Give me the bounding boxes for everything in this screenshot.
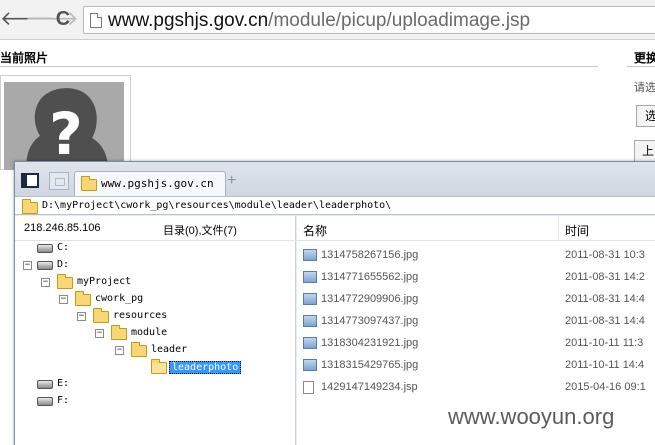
select-hint: 请选	[634, 82, 655, 94]
new-tab-icon[interactable]: +	[227, 172, 236, 190]
file-row[interactable]: 1429147149234.jsp 2015-04-16 09:1	[297, 378, 655, 398]
window-icon[interactable]	[49, 172, 69, 190]
select-file-button[interactable]: 选	[636, 105, 655, 127]
tab-bar: www.pgshjs.gov.cn +	[15, 162, 655, 196]
collapse-icon[interactable]: −	[77, 312, 86, 321]
tree-header: 218.246.85.106 目录(0),文件(7)	[15, 216, 296, 241]
collapse-icon[interactable]: −	[115, 346, 124, 355]
drive-icon	[37, 261, 53, 270]
dir-file-count: 目录(0),文件(7)	[163, 225, 237, 237]
address-bar[interactable]: www.pgshjs.gov.cn/module/picup/uploadima…	[83, 6, 655, 34]
image-file-icon	[303, 337, 317, 349]
file-time: 2011-08-31 10:3	[565, 249, 645, 261]
folder-icon	[81, 176, 97, 191]
tree-item-label: leader	[151, 344, 188, 355]
host-ip: 218.246.85.106	[24, 222, 101, 234]
image-file-icon	[303, 359, 317, 371]
file-name: 1318304231921.jpg	[321, 337, 419, 349]
document-file-icon	[303, 381, 314, 394]
collapse-icon[interactable]: −	[23, 261, 32, 270]
file-name: 1314758267156.jpg	[321, 249, 419, 261]
back-arrow-icon[interactable]: 🡐	[0, 8, 54, 30]
image-file-icon	[303, 271, 317, 283]
tree-item-label: D:	[57, 259, 70, 270]
column-header-name[interactable]: 名称	[297, 216, 559, 241]
file-time: 2011-10-11 14:4	[565, 359, 645, 371]
file-name: 1314772909906.jpg	[321, 293, 419, 305]
file-time: 2011-08-31 14:4	[565, 315, 645, 327]
tab-label: www.pgshjs.gov.cn	[101, 177, 214, 190]
current-path: D:\myProject\cwork_pg\resources\module\l…	[42, 200, 392, 211]
collapse-icon[interactable]: −	[41, 278, 50, 287]
file-row[interactable]: 1314773097437.jpg 2011-08-31 14:4	[297, 312, 655, 332]
file-row[interactable]: 1314772909906.jpg 2011-08-31 14:4	[297, 290, 655, 310]
folder-icon	[22, 199, 38, 214]
tree-item-label: E:	[57, 378, 70, 389]
browser-toolbar: 🡐 🡒 C www.pgshjs.gov.cn/module/picup/upl…	[0, 0, 655, 40]
url-path: /module/picup/uploadimage.jsp	[268, 10, 531, 31]
file-name: 1314771655562.jpg	[321, 271, 419, 283]
placeholder-avatar-icon: ?	[4, 82, 124, 170]
svg-text:?: ?	[49, 100, 83, 168]
file-time: 2011-10-11 11:3	[565, 337, 644, 349]
path-bar[interactable]: D:\myProject\cwork_pg\resources\module\l…	[15, 196, 655, 215]
reload-icon[interactable]: C	[52, 8, 74, 30]
tree-item-label: leaderphoto	[169, 361, 242, 374]
folder-icon	[111, 325, 127, 340]
file-row[interactable]: 1318315429765.jpg 2011-10-11 14:4	[297, 356, 655, 376]
tree-item-label: F:	[57, 395, 70, 406]
file-name: 1314773097437.jpg	[321, 315, 419, 327]
file-time: 2011-08-31 14:2	[565, 271, 645, 283]
file-time: 2015-04-16 09:1	[565, 381, 646, 393]
open-folder-icon	[151, 359, 167, 374]
panel-toggle-icon[interactable]	[21, 173, 39, 188]
current-photo-title: 当前照片	[0, 51, 49, 65]
upload-button[interactable]: 上	[634, 140, 655, 162]
file-row[interactable]: 1314758267156.jpg 2011-08-31 10:3	[297, 246, 655, 266]
directory-tree-pane: 218.246.85.106 目录(0),文件(7) C: − D: − myP…	[15, 216, 296, 445]
folder-icon	[57, 274, 73, 289]
column-header-time[interactable]: 时间	[559, 216, 655, 241]
section-divider	[0, 66, 598, 67]
collapse-icon[interactable]: −	[95, 329, 104, 338]
forward-arrow-icon[interactable]: 🡒	[25, 8, 79, 30]
file-time: 2011-08-31 14:4	[565, 293, 645, 305]
page-icon	[90, 13, 102, 28]
watermark: www.wooyun.org	[448, 404, 615, 429]
image-file-icon	[303, 249, 317, 261]
change-photo-title: 更换	[634, 51, 655, 65]
folder-icon	[93, 308, 109, 323]
file-name: 1318315429765.jpg	[321, 359, 419, 371]
tab-site[interactable]: www.pgshjs.gov.cn	[74, 171, 226, 196]
file-row[interactable]: 1314771655562.jpg 2011-08-31 14:2	[297, 268, 655, 288]
tree-item-label: myProject	[77, 276, 132, 287]
tree-item-label: resources	[113, 310, 168, 321]
drive-icon	[37, 397, 53, 406]
file-browser-window: www.pgshjs.gov.cn + D:\myProject\cwork_p…	[14, 161, 655, 445]
url-text: www.pgshjs.gov.cn/module/picup/uploadima…	[108, 10, 530, 32]
tree-item-label: cwork_pg	[95, 293, 144, 304]
tree-item-label: module	[131, 327, 168, 338]
url-host: www.pgshjs.gov.cn	[108, 10, 269, 31]
drive-icon	[37, 380, 53, 389]
folder-icon	[131, 342, 147, 357]
file-name: 1429147149234.jsp	[321, 381, 418, 393]
image-file-icon	[303, 315, 317, 327]
drive-icon	[37, 244, 53, 253]
folder-icon	[75, 291, 91, 306]
image-file-icon	[303, 293, 317, 305]
collapse-icon[interactable]: −	[59, 295, 68, 304]
file-row[interactable]: 1318304231921.jpg 2011-10-11 11:3	[297, 334, 655, 354]
right-divider	[627, 66, 655, 67]
tree-item-label: C:	[57, 242, 70, 253]
